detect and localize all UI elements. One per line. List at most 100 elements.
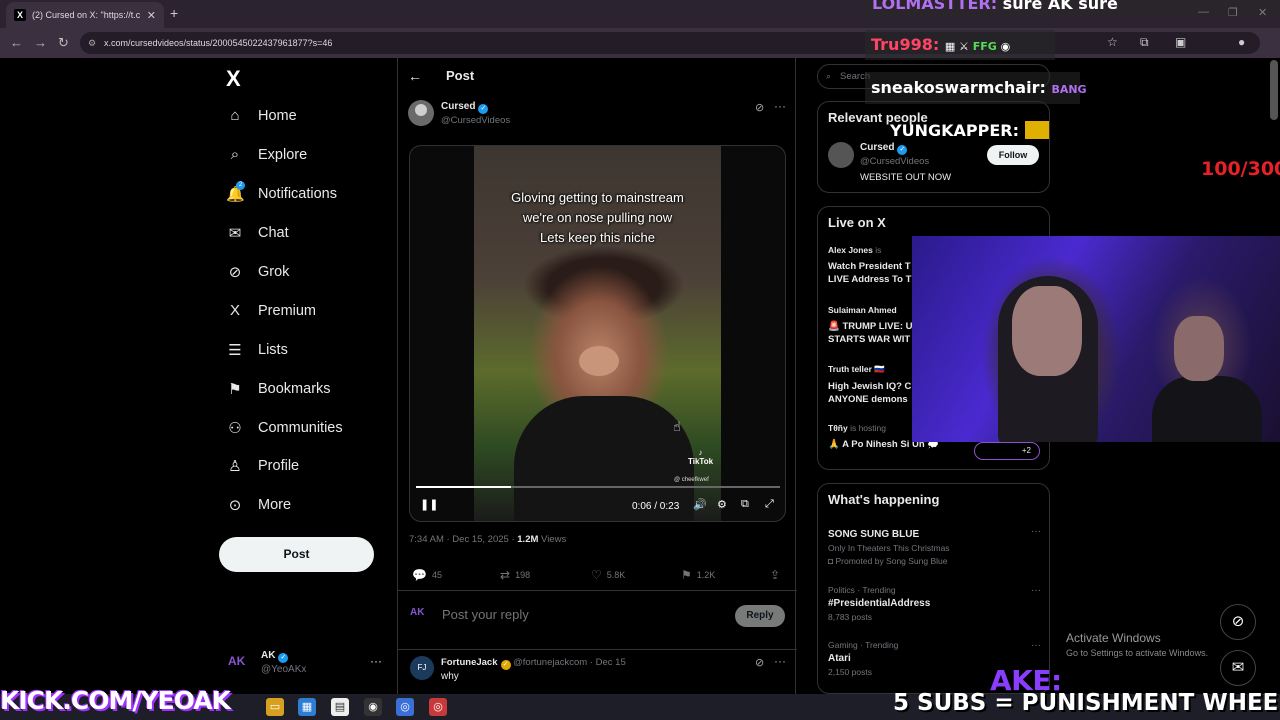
grok-explain-icon[interactable]: ⊘	[755, 656, 764, 669]
author-handle[interactable]: @CursedVideos	[441, 115, 510, 126]
video-player[interactable]: Gloving getting to mainstream we're on n…	[409, 145, 786, 522]
trend-posts: 8,783 posts	[828, 612, 872, 622]
nav-grok[interactable]: ⊘ Grok	[226, 263, 290, 281]
live-item[interactable]: Sulaiman Ahmed 🚨 TRUMP LIVE: U STARTS WAR…	[828, 305, 913, 346]
back-icon[interactable]: ←	[10, 35, 23, 50]
x-logo-icon[interactable]: X	[226, 66, 241, 92]
search-icon: ⌕	[230, 146, 240, 163]
overlay-chat-line: Tru998: ▦ ⚔ FFG ◉	[871, 35, 1010, 54]
more-dots-icon[interactable]: ···	[1031, 640, 1041, 651]
forward-icon[interactable]: →	[34, 35, 47, 50]
nav-premium[interactable]: X Premium	[226, 302, 316, 319]
like-count: 5.8K	[606, 570, 626, 580]
volume-icon[interactable]: 🔊	[693, 498, 707, 511]
trend-item[interactable]: Politics · Trending #PresidentialAddress…	[828, 585, 1041, 622]
settings-gear-icon[interactable]: ⚙	[717, 498, 727, 511]
more-dots-icon[interactable]: ···	[1031, 585, 1041, 596]
site-info-icon[interactable]: ⚙	[88, 32, 96, 54]
tiktok-logo-icon: ♪	[698, 448, 703, 457]
account-handle: @YeoAKx	[261, 664, 307, 675]
close-tab-icon[interactable]: ✕	[147, 9, 156, 22]
post-button[interactable]: Post	[219, 537, 374, 572]
post-column: ← Post Cursed ✓ @CursedVideos ⊘ ··· Glovi…	[397, 58, 797, 694]
author-name-text: Cursed	[441, 101, 476, 112]
nav-label: Home	[258, 107, 297, 124]
reply-input[interactable]	[442, 607, 618, 622]
more-dots-icon[interactable]: ···	[774, 99, 786, 113]
bookmark-icon: ⚑	[228, 381, 242, 398]
pip-icon[interactable]: ⧉	[741, 498, 749, 511]
live-title: 🚨 TRUMP LIVE: U STARTS WAR WIT	[828, 321, 913, 345]
nav-more[interactable]: ⊙ More	[226, 496, 291, 514]
bookmark-star-icon[interactable]: ☆	[1107, 35, 1118, 49]
more-dots-icon[interactable]: ···	[1031, 526, 1041, 537]
profile-icon[interactable]: ●	[1238, 35, 1245, 49]
notepad-icon[interactable]: ▤	[331, 698, 349, 716]
reply-action[interactable]: 💬 45	[412, 568, 442, 582]
repost-action[interactable]: ⇄ 198	[500, 568, 530, 582]
author-avatar[interactable]	[408, 100, 434, 126]
avatar[interactable]: FJ	[410, 656, 434, 680]
live-item[interactable]: Truth teller 🇷🇺 High Jewish IQ? C ANYONE …	[828, 364, 911, 406]
nav-label: Premium	[258, 302, 317, 319]
trend-item[interactable]: SONG SUNG BLUE Only In Theaters This Chr…	[828, 526, 1041, 566]
nav-notifications[interactable]: 🔔 2 Notifications	[226, 181, 337, 203]
scrollbar[interactable]	[1270, 60, 1278, 120]
promoted-line: ◘ Promoted by Song Sung Blue	[828, 556, 1041, 566]
video-progress-fill	[416, 486, 511, 488]
nav-communities[interactable]: ⚇ Communities	[226, 419, 342, 437]
bookmark-action[interactable]: ⚑ 1.2K	[681, 568, 715, 582]
live-host: Alex Jones is	[828, 245, 911, 255]
fullscreen-icon[interactable]: ⤢	[765, 498, 774, 511]
nav-chat[interactable]: ✉ Chat	[226, 224, 289, 242]
video-progress-bar[interactable]	[416, 486, 780, 488]
person-name[interactable]: Cursed ✓	[860, 142, 908, 155]
reply-composer: AK Reply	[398, 590, 797, 650]
chrome-profile-icon[interactable]: ◎	[429, 698, 447, 716]
account-name: AK ✓	[261, 650, 289, 663]
file-explorer-icon[interactable]: ▭	[266, 698, 284, 716]
heart-icon: ♡	[591, 568, 602, 582]
comment-text: why	[441, 671, 459, 682]
nav-explore[interactable]: ⌕ Explore	[226, 146, 307, 163]
browser-tab[interactable]: X (2) Cursed on X: "https://t.c ✕	[6, 2, 164, 28]
reload-icon[interactable]: ↻	[58, 35, 69, 51]
like-action[interactable]: ♡ 5.8K	[591, 568, 625, 582]
nav-bookmarks[interactable]: ⚑ Bookmarks	[226, 380, 330, 398]
new-tab-button[interactable]: +	[170, 5, 178, 21]
sidepanel-icon[interactable]: ▣	[1175, 35, 1186, 49]
share-action[interactable]: ⇪	[770, 568, 780, 582]
author-name[interactable]: Cursed ✓	[441, 101, 489, 114]
trend-title: SONG SUNG BLUE	[828, 529, 920, 540]
url-field[interactable]: ⚙ x.com/cursedvideos/status/200054502243…	[80, 32, 1260, 54]
list-item[interactable]: FJ FortuneJack ✓ @fortunejackcom · Dec 15…	[398, 650, 797, 694]
comment-author[interactable]: FortuneJack ✓ @fortunejackcom · Dec 15	[441, 657, 626, 670]
video-caption: Gloving getting to mainstream we're on n…	[474, 188, 721, 248]
nav-home[interactable]: ⌂ Home	[226, 107, 297, 124]
nav-lists[interactable]: ☰ Lists	[226, 341, 288, 359]
account-switcher[interactable]: AK AK ✓ @YeoAKx ···	[228, 650, 388, 686]
reply-button[interactable]: Reply	[735, 605, 785, 627]
activate-windows-title: Activate Windows	[1066, 631, 1161, 645]
store-icon[interactable]: ▦	[298, 698, 316, 716]
more-dots-icon[interactable]: ···	[370, 654, 382, 668]
more-dots-icon[interactable]: ···	[774, 654, 786, 668]
extensions-icon[interactable]: ⧉	[1140, 35, 1149, 50]
live-item[interactable]: Alex Jones is Watch President T LIVE Addr…	[828, 245, 911, 286]
live-title: Watch President T LIVE Address To T	[828, 261, 912, 285]
avatar[interactable]	[828, 142, 854, 168]
chrome-icon[interactable]: ◎	[396, 698, 414, 716]
overlay-chat-line: sneakoswarmchair: BANG	[871, 78, 1087, 97]
grok-fab-icon[interactable]: ⊘	[1220, 604, 1256, 640]
follow-button[interactable]: Follow	[987, 145, 1039, 165]
avatar: AK	[410, 607, 425, 618]
live-title: High Jewish IQ? C ANYONE demons	[828, 381, 912, 405]
back-arrow-icon[interactable]: ←	[408, 68, 422, 84]
nav-profile[interactable]: ♙ Profile	[226, 457, 299, 475]
grok-explain-icon[interactable]: ⊘	[755, 101, 764, 114]
chat-emotes: ▦ ⚔ FFG ◉	[944, 40, 1011, 53]
obs-icon[interactable]: ◉	[364, 698, 382, 716]
pause-icon[interactable]: ❚❚	[420, 498, 438, 511]
relevant-people-card: Relevant people Cursed ✓ @CursedVideos WE…	[817, 101, 1050, 193]
nav-label: Profile	[258, 458, 300, 474]
